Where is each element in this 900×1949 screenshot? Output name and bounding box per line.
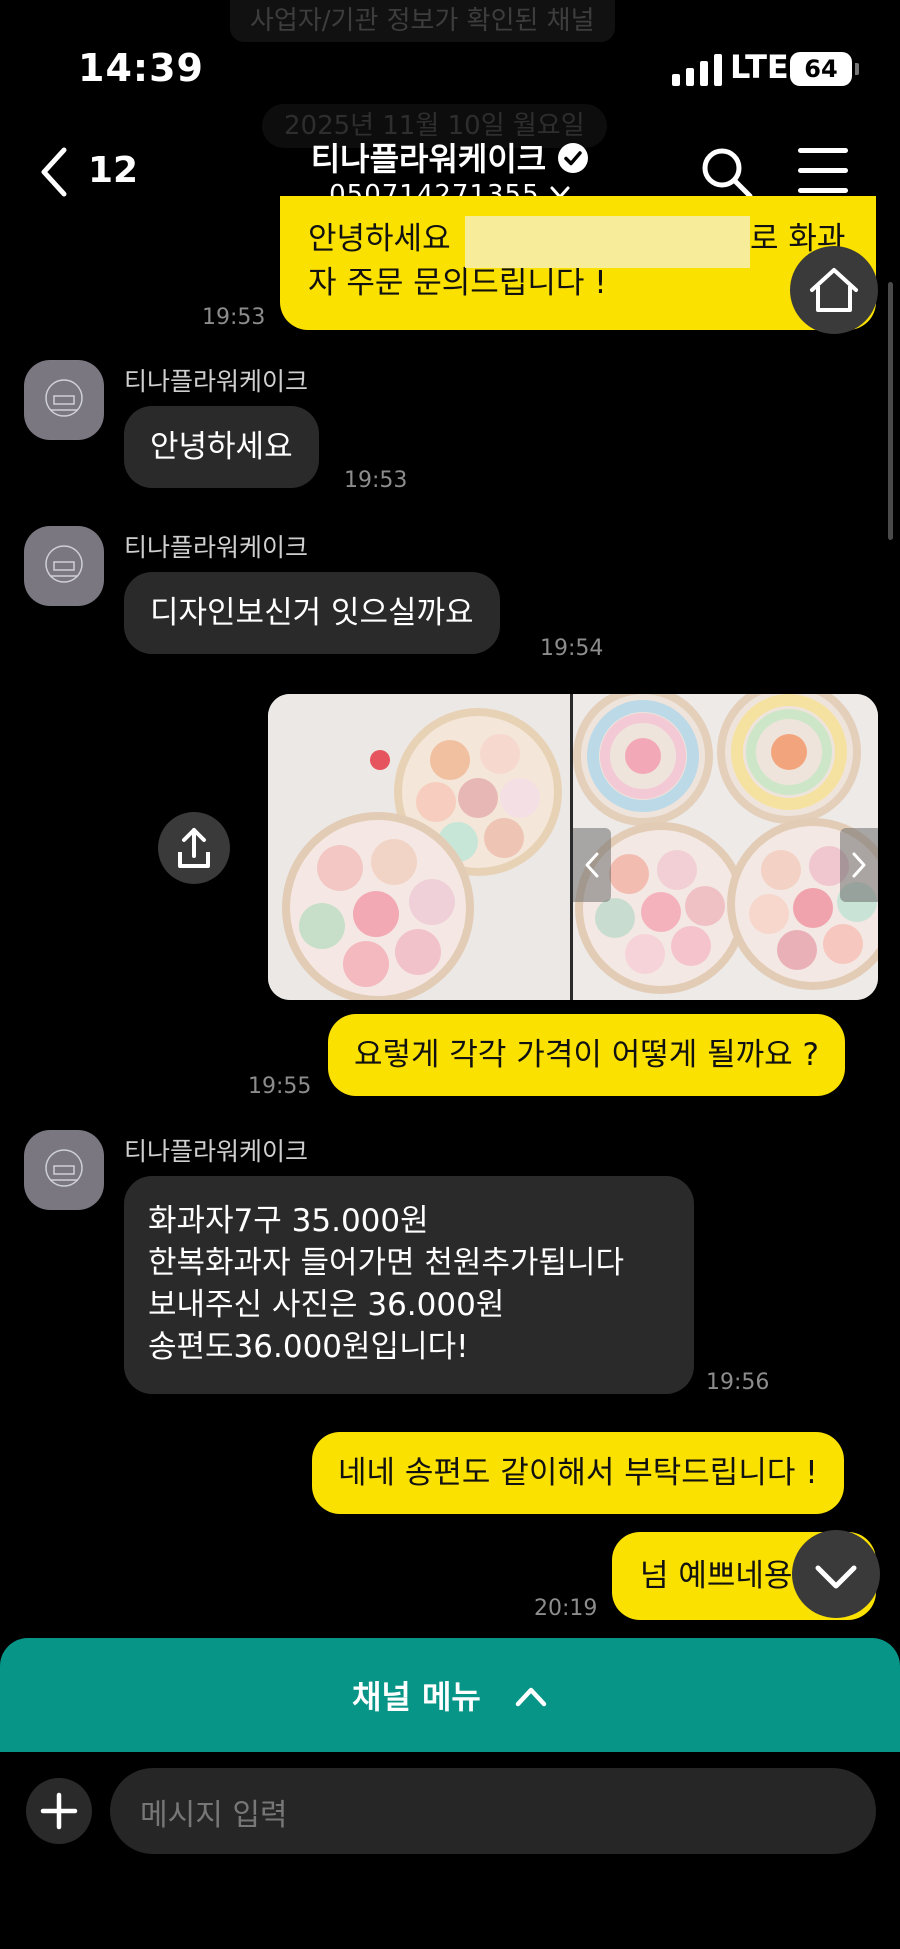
message-time: 19:53 bbox=[202, 305, 266, 330]
channel-menu-button[interactable]: 채널 메뉴 bbox=[0, 1672, 900, 1718]
carousel-next-button[interactable] bbox=[840, 828, 878, 902]
chat-title-group[interactable]: 티나플라워케이크 bbox=[250, 134, 650, 180]
channel-avatar[interactable] bbox=[24, 526, 104, 606]
message-text: 송편도36.000원입니다! bbox=[148, 1329, 469, 1365]
chevron-left-icon bbox=[585, 852, 599, 878]
scroll-down-button[interactable] bbox=[792, 1530, 880, 1618]
their-message-bubble[interactable]: 안녕하세요 bbox=[124, 406, 319, 488]
home-button[interactable] bbox=[790, 246, 878, 334]
hamburger-icon[interactable] bbox=[798, 148, 848, 194]
scrollbar[interactable] bbox=[888, 282, 893, 540]
message-input-placeholder: 메시지 입력 bbox=[140, 1798, 288, 1833]
dessert-photo[interactable] bbox=[268, 694, 570, 1000]
sender-name: 티나플라워케이크 bbox=[124, 1137, 309, 1166]
share-icon bbox=[178, 828, 210, 868]
channel-avatar[interactable] bbox=[24, 1130, 104, 1210]
message-time: 20:19 bbox=[534, 1596, 598, 1621]
verified-icon bbox=[558, 143, 589, 173]
attach-button[interactable] bbox=[26, 1778, 92, 1844]
status-time: 14:39 bbox=[78, 46, 204, 90]
chevron-right-icon bbox=[852, 852, 866, 878]
search-icon[interactable] bbox=[700, 146, 754, 200]
message-time: 19:53 bbox=[344, 468, 408, 493]
sender-name: 티나플라워케이크 bbox=[124, 533, 309, 562]
my-message-bubble[interactable]: 네네 송편도 같이해서 부탁드립니다 ! bbox=[312, 1432, 844, 1514]
message-time: 19:55 bbox=[248, 1074, 312, 1099]
dessert-photo[interactable] bbox=[573, 694, 878, 1000]
home-icon bbox=[810, 268, 858, 312]
network-type: LTE bbox=[730, 48, 789, 86]
back-icon[interactable] bbox=[38, 146, 70, 198]
message-text: 한복화과자 들어가면 천원추가됩니다 bbox=[148, 1245, 625, 1281]
business-verified-banner: 사업자/기관 정보가 확인된 채널 bbox=[230, 0, 615, 42]
battery-indicator: 64 bbox=[790, 52, 859, 86]
unread-count[interactable]: 12 bbox=[88, 150, 138, 191]
channel-avatar[interactable] bbox=[24, 360, 104, 440]
chat-title[interactable]: 티나플라워케이크 bbox=[311, 140, 547, 178]
message-text: 자 주문 문의드립니다 ! bbox=[308, 265, 607, 301]
chevron-up-icon bbox=[515, 1687, 547, 1707]
message-text: 보내주신 사진은 36.000원 bbox=[148, 1287, 505, 1323]
share-button[interactable] bbox=[158, 812, 230, 884]
scroll-down-icon bbox=[815, 1565, 857, 1589]
their-message-bubble[interactable]: 디자인보신거 잇으실까요 bbox=[124, 572, 500, 654]
my-message-bubble[interactable]: 요렇게 각각 가격이 어떻게 될까요 ? bbox=[328, 1014, 846, 1096]
carousel-prev-button[interactable] bbox=[573, 828, 611, 902]
photo-carousel[interactable] bbox=[268, 694, 878, 1000]
message-time: 19:54 bbox=[540, 636, 604, 661]
their-message-bubble[interactable]: 화과자7구 35.000원 한복화과자 들어가면 천원추가됩니다 보내주신 사진… bbox=[124, 1176, 694, 1394]
redacted-text bbox=[465, 216, 750, 268]
message-text: 안녕하세요 bbox=[308, 221, 451, 257]
plus-icon bbox=[40, 1792, 78, 1830]
message-text: 화과자7구 35.000원 bbox=[148, 1203, 429, 1239]
message-time: 19:56 bbox=[706, 1370, 770, 1395]
sender-name: 티나플라워케이크 bbox=[124, 367, 309, 396]
signal-icon bbox=[672, 52, 724, 86]
